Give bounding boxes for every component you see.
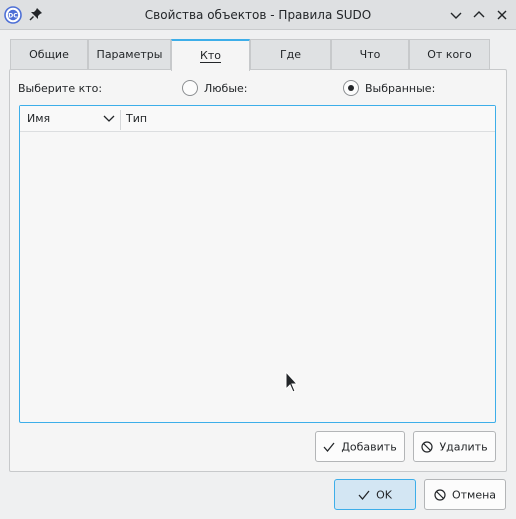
tab-who[interactable]: Кто (171, 39, 250, 71)
tab-label: Где (279, 48, 302, 61)
tab-what[interactable]: Что (331, 39, 409, 70)
tab-label: Общие (29, 48, 69, 61)
maximize-icon (473, 11, 485, 18)
window-title: Свойства объектов - Правила SUDO (144, 8, 372, 22)
select-who-label: Выберите кто: (18, 82, 103, 95)
column-divider[interactable] (120, 110, 121, 130)
members-list[interactable]: Имя Тип (19, 105, 496, 423)
tab-label: От кого (427, 48, 472, 61)
close-icon (497, 10, 507, 20)
tab-general[interactable]: Общие (10, 39, 88, 70)
tab-label: Кто (200, 49, 221, 63)
ok-button[interactable]: OK (334, 479, 416, 510)
add-button[interactable]: Добавить (315, 431, 405, 462)
minimize-icon (450, 12, 462, 19)
tab-parameters[interactable]: Параметры (88, 39, 171, 70)
close-button[interactable] (494, 7, 510, 23)
tab-bar: Общие Параметры Кто Где Что От кого (10, 39, 490, 71)
cancel-button-label: Отмена (451, 488, 497, 502)
tab-label: Что (359, 48, 381, 61)
cancel-button[interactable]: Отмена (424, 479, 506, 510)
remove-button[interactable]: Удалить (413, 431, 496, 462)
ok-button-label: OK (376, 488, 392, 502)
column-header-name[interactable]: Имя (27, 106, 50, 132)
add-button-label: Добавить (341, 440, 397, 454)
radio-selected[interactable] (343, 80, 359, 96)
remove-button-label: Удалить (439, 440, 488, 454)
column-header-type[interactable]: Тип (126, 106, 147, 132)
chevron-down-icon[interactable] (103, 114, 115, 124)
radio-any[interactable] (182, 80, 198, 96)
tab-label: Параметры (96, 48, 163, 61)
title-bar[interactable]: DC Свойства объектов - Правила SUDO (0, 0, 516, 30)
radio-any-label[interactable]: Любые: (204, 82, 247, 95)
maximize-button[interactable] (471, 7, 487, 23)
tab-run-as[interactable]: От кого (409, 39, 490, 70)
checkmark-icon (323, 442, 335, 453)
cancel-icon (421, 441, 434, 453)
mouse-cursor-icon (285, 371, 299, 393)
minimize-button[interactable] (448, 7, 464, 23)
list-header: Имя Тип (20, 106, 495, 132)
checkmark-icon (358, 490, 370, 501)
cancel-icon (434, 489, 446, 501)
radio-selected-label[interactable]: Выбранные: (365, 82, 435, 95)
tab-where[interactable]: Где (250, 39, 331, 70)
